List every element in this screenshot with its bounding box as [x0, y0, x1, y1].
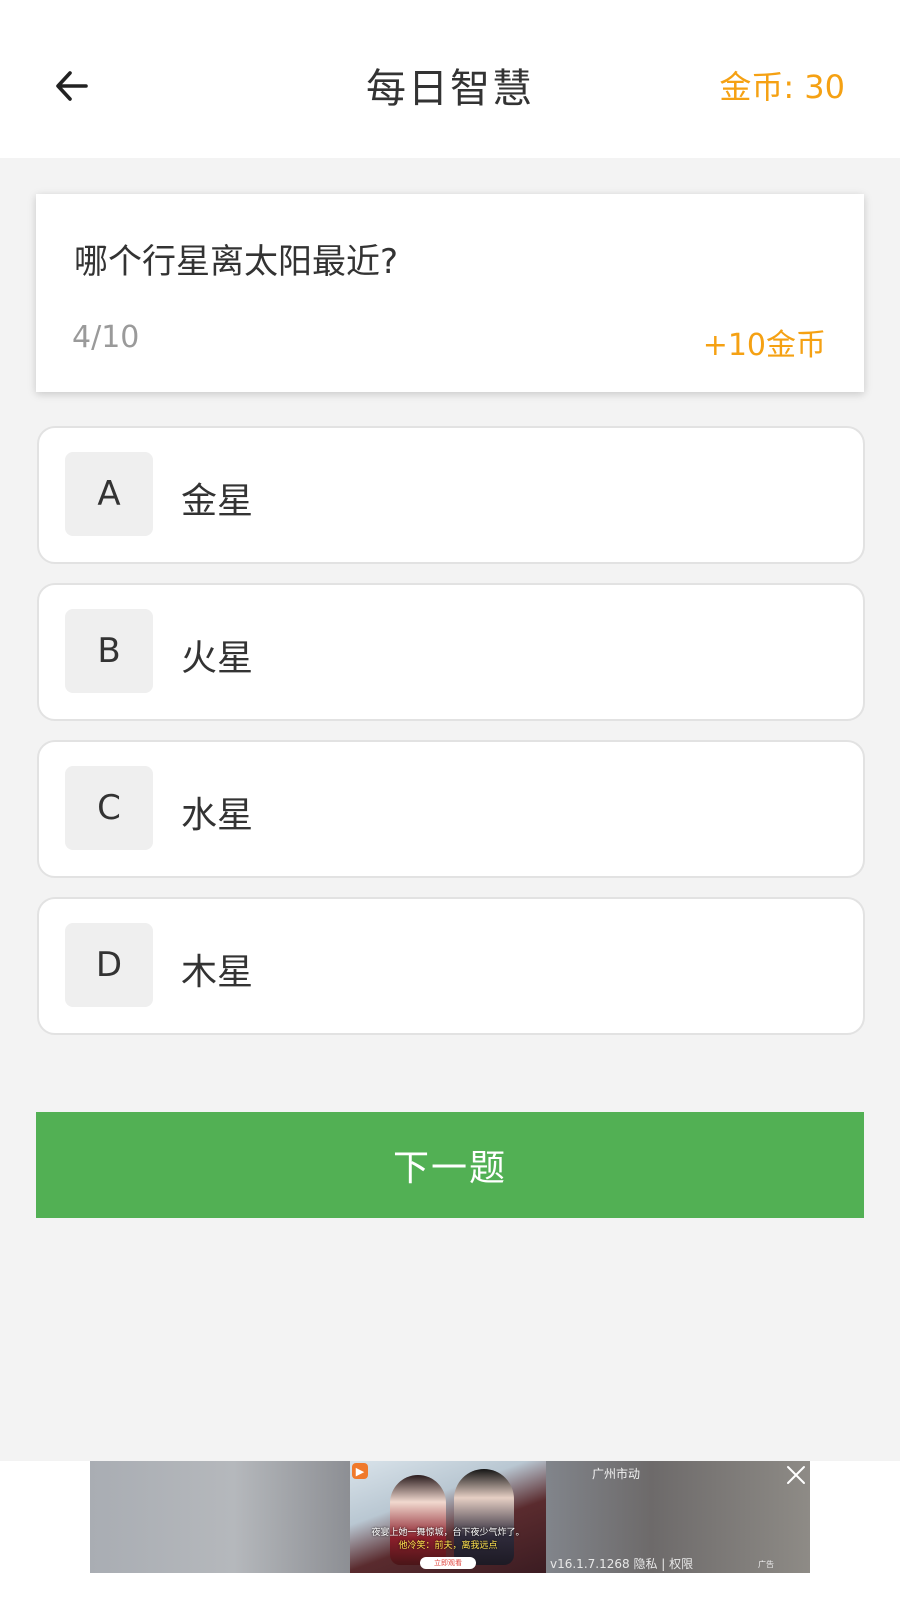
question-card: 哪个行星离太阳最近? 4/10 +10金币: [36, 194, 864, 392]
next-question-button[interactable]: 下一题: [36, 1112, 864, 1218]
arrow-left-icon: [56, 71, 88, 101]
question-progress: 4/10: [72, 320, 140, 355]
back-button[interactable]: [44, 58, 100, 114]
ad-banner[interactable]: ▶ 夜宴上她一舞惊城，台下夜少气炸了。 他冷笑：前夫，离我远点 立即观看 广州市…: [90, 1461, 810, 1573]
close-icon: [787, 1466, 805, 1484]
ad-caption-line1: 夜宴上她一舞惊城，台下夜少气炸了。: [371, 1528, 525, 1538]
option-b[interactable]: B 火星: [37, 583, 865, 721]
option-text: 水星: [181, 795, 254, 836]
ad-meta[interactable]: v16.1.7.1268 隐私 | 权限: [550, 1555, 693, 1572]
option-letter: D: [65, 923, 153, 1007]
ad-cta-button[interactable]: 立即观看: [420, 1557, 476, 1569]
coin-balance: 金币: 30: [719, 68, 845, 106]
app-header: 每日智慧 金币: 30: [0, 0, 900, 158]
option-d[interactable]: D 木星: [37, 897, 865, 1035]
option-letter: B: [65, 609, 153, 693]
option-text: 木星: [181, 952, 254, 993]
option-text: 火星: [181, 638, 254, 679]
option-text: 金星: [181, 481, 254, 522]
ad-app-logo-icon: ▶: [352, 1463, 368, 1479]
ad-label: 广告: [758, 1560, 774, 1569]
option-a[interactable]: A 金星: [37, 426, 865, 564]
ad-close-button[interactable]: [782, 1461, 810, 1489]
question-reward: +10金币: [702, 328, 826, 363]
option-c[interactable]: C 水星: [37, 740, 865, 878]
ad-advertiser: 广州市动: [592, 1467, 641, 1481]
question-text: 哪个行星离太阳最近?: [74, 242, 399, 282]
ad-bar: ▶ 夜宴上她一舞惊城，台下夜少气炸了。 他冷笑：前夫，离我远点 立即观看 广州市…: [0, 1461, 900, 1600]
option-letter: C: [65, 766, 153, 850]
ad-image: ▶ 夜宴上她一舞惊城，台下夜少气炸了。 他冷笑：前夫，离我远点 立即观看: [350, 1461, 546, 1573]
option-letter: A: [65, 452, 153, 536]
ad-caption: 夜宴上她一舞惊城，台下夜少气炸了。 他冷笑：前夫，离我远点: [356, 1527, 540, 1553]
ad-caption-line2: 他冷笑：前夫，离我远点: [398, 1541, 498, 1551]
